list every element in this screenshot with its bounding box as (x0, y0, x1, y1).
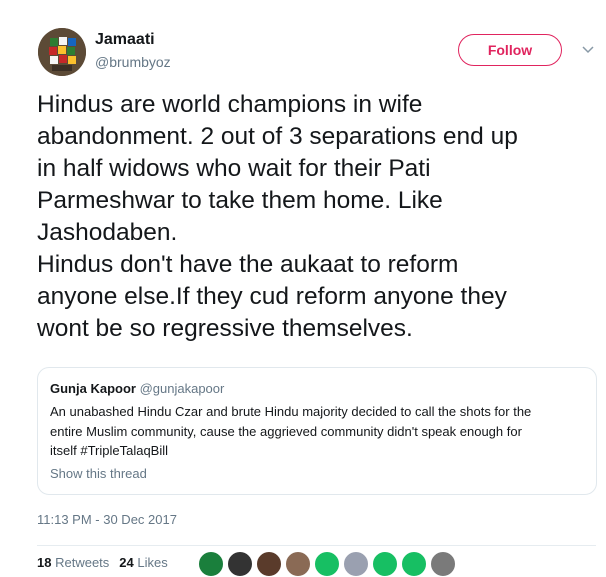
tweet-line: abandonment. 2 out of 3 separations end … (37, 123, 518, 150)
likes-count: 24 (119, 555, 134, 570)
tweet-line: Hindus are world champions in wife (37, 91, 423, 118)
tweet-line: in half widows who wait for their Pati (37, 155, 431, 182)
liker-avatar[interactable] (314, 551, 340, 577)
likes-stat[interactable]: 24 Likes (119, 555, 167, 570)
tweet-line: Parmeshwar to take them home. Like (37, 187, 443, 214)
user-name[interactable]: Jamaati (95, 31, 155, 49)
avatar[interactable] (38, 28, 86, 76)
liker-avatar[interactable] (256, 551, 282, 577)
quoted-tweet-text: An unabashed Hindu Czar and brute Hindu … (50, 402, 586, 461)
liker-avatar[interactable] (198, 551, 224, 577)
quoted-tweet[interactable]: Gunja Kapoor @gunjakapoor An unabashed H… (37, 367, 597, 495)
tweet-timestamp[interactable]: 11:13 PM - 30 Dec 2017 (37, 512, 177, 527)
chevron-down-icon[interactable] (581, 44, 595, 56)
show-thread-link[interactable]: Show this thread (50, 466, 147, 481)
retweets-label: Retweets (55, 555, 110, 570)
retweets-count: 18 (37, 555, 52, 570)
likes-label: Likes (137, 555, 168, 570)
liker-avatar[interactable] (227, 551, 253, 577)
quoted-user-handle: @gunjakapoor (139, 381, 225, 396)
quoted-line: itself #TripleTalaqBill (50, 443, 169, 458)
divider (37, 545, 596, 546)
tweet-text: Hindus are world champions in wife aband… (37, 89, 597, 345)
rubiks-cube-avatar-image (38, 28, 86, 76)
follow-button[interactable]: Follow (458, 34, 562, 66)
tweet-stats: 18 Retweets 24 Likes (37, 555, 168, 570)
liker-avatar[interactable] (372, 551, 398, 577)
quoted-user-name: Gunja Kapoor (50, 381, 136, 396)
retweets-stat[interactable]: 18 Retweets (37, 555, 109, 570)
tweet-line: wont be so regressive themselves. (37, 315, 413, 342)
follow-button-label: Follow (487, 42, 533, 58)
quoted-line: An unabashed Hindu Czar and brute Hindu … (50, 404, 532, 419)
liker-avatar[interactable] (430, 551, 456, 577)
liker-avatar[interactable] (401, 551, 427, 577)
tweet-line: Jashodaben. (37, 219, 178, 246)
tweet-line: anyone else.If they cud reform anyone th… (37, 283, 507, 310)
quoted-tweet-header: Gunja Kapoor @gunjakapoor (50, 381, 224, 396)
liker-avatar[interactable] (343, 551, 369, 577)
tweet-line: Hindus don't have the aukaat to reform (37, 251, 459, 278)
quoted-line: entire Muslim community, cause the aggri… (50, 423, 522, 439)
liker-avatar[interactable] (285, 551, 311, 577)
user-handle[interactable]: @brumbyoz (95, 54, 171, 70)
